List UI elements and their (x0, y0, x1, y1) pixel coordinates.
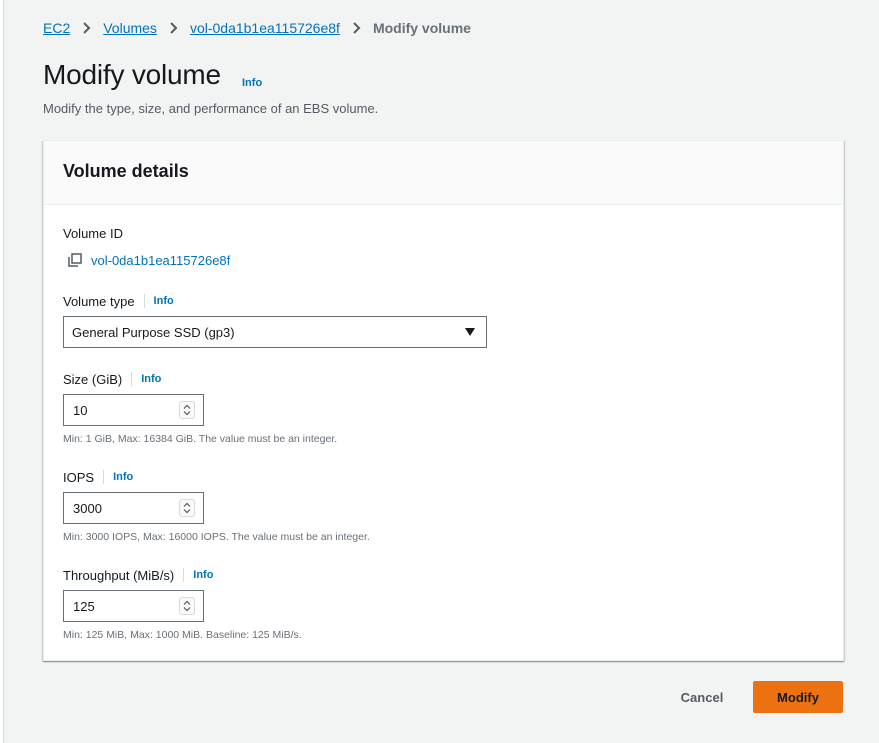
iops-value: 3000 (73, 500, 102, 516)
throughput-value: 125 (73, 598, 95, 614)
throughput-info-link[interactable]: Info (193, 569, 213, 581)
throughput-hint: Min: 125 MiB, Max: 1000 MiB. Baseline: 1… (63, 629, 302, 641)
label-divider (143, 294, 145, 308)
label-divider (183, 568, 185, 582)
volume-type-selected: General Purpose SSD (gp3) (72, 324, 235, 340)
size-label: Size (GiB) Info (63, 370, 337, 388)
size-hint: Min: 1 GiB, Max: 16384 GiB. The value mu… (63, 433, 338, 445)
volume-id-label: Volume ID (63, 224, 230, 242)
chevron-right-icon (352, 22, 361, 34)
iops-label-text: IOPS (63, 469, 95, 485)
chevron-right-icon (169, 22, 178, 34)
size-info-link[interactable]: Info (141, 373, 161, 385)
stepper-arrows-icon (183, 404, 191, 416)
page-title: Modify volume (43, 59, 221, 90)
throughput-label-text: Throughput (MiB/s) (63, 567, 175, 583)
breadcrumb-volume-id[interactable]: vol-0da1b1ea115726e8f (190, 20, 340, 36)
breadcrumb-ec2[interactable]: EC2 (43, 20, 70, 36)
chevron-right-icon (82, 22, 91, 34)
iops-stepper[interactable] (179, 499, 195, 517)
left-edge (0, 0, 4, 743)
cancel-button[interactable]: Cancel (672, 681, 732, 713)
throughput-stepper[interactable] (179, 597, 195, 615)
throughput-label: Throughput (MiB/s) Info (63, 566, 302, 584)
size-value: 10 (73, 402, 88, 418)
volume-type-info-link[interactable]: Info (154, 295, 174, 307)
iops-info-link[interactable]: Info (113, 471, 133, 483)
caret-down-icon (464, 327, 476, 337)
iops-input[interactable]: 3000 (63, 492, 204, 524)
stepper-arrows-icon (183, 502, 191, 514)
volume-type-field: Volume type Info General Purpose SSD (gp… (63, 292, 487, 348)
modify-button[interactable]: Modify (753, 681, 843, 713)
breadcrumb: EC2 Volumes vol-0da1b1ea115726e8f Modify… (43, 18, 471, 38)
stepper-arrows-icon (183, 600, 191, 612)
page-info-link[interactable]: Info (242, 77, 262, 89)
label-divider (103, 470, 105, 484)
size-input[interactable]: 10 (63, 394, 204, 426)
volume-type-select[interactable]: General Purpose SSD (gp3) (63, 316, 487, 348)
size-label-text: Size (GiB) (63, 371, 123, 387)
breadcrumb-volumes[interactable]: Volumes (103, 20, 157, 36)
copy-icon[interactable] (68, 253, 82, 267)
iops-field: IOPS Info 3000 Min: 3000 IOPS, Max: 1600… (63, 468, 370, 543)
volume-id-link[interactable]: vol-0da1b1ea115726e8f (91, 253, 230, 268)
volume-id-label-text: Volume ID (63, 225, 123, 241)
panel-header: Volume details (44, 141, 843, 205)
panel-title: Volume details (63, 161, 189, 181)
volume-details-panel: Volume details Volume ID vol-0da1b1ea115… (43, 140, 844, 661)
iops-hint: Min: 3000 IOPS, Max: 16000 IOPS. The val… (63, 531, 370, 543)
throughput-field: Throughput (MiB/s) Info 125 Min: 125 MiB… (63, 566, 302, 641)
volume-type-label-text: Volume type (63, 293, 135, 309)
volume-type-label: Volume type Info (63, 292, 487, 310)
iops-label: IOPS Info (63, 468, 370, 486)
volume-id-field: Volume ID vol-0da1b1ea115726e8f (63, 224, 230, 269)
breadcrumb-current: Modify volume (372, 20, 471, 36)
volume-id-row: vol-0da1b1ea115726e8f (63, 251, 230, 269)
size-stepper[interactable] (179, 401, 195, 419)
throughput-input[interactable]: 125 (63, 590, 204, 622)
page-description: Modify the type, size, and performance o… (43, 101, 379, 116)
size-field: Size (GiB) Info 10 Min: 1 GiB, Max: 1638… (63, 370, 337, 445)
label-divider (131, 372, 133, 386)
